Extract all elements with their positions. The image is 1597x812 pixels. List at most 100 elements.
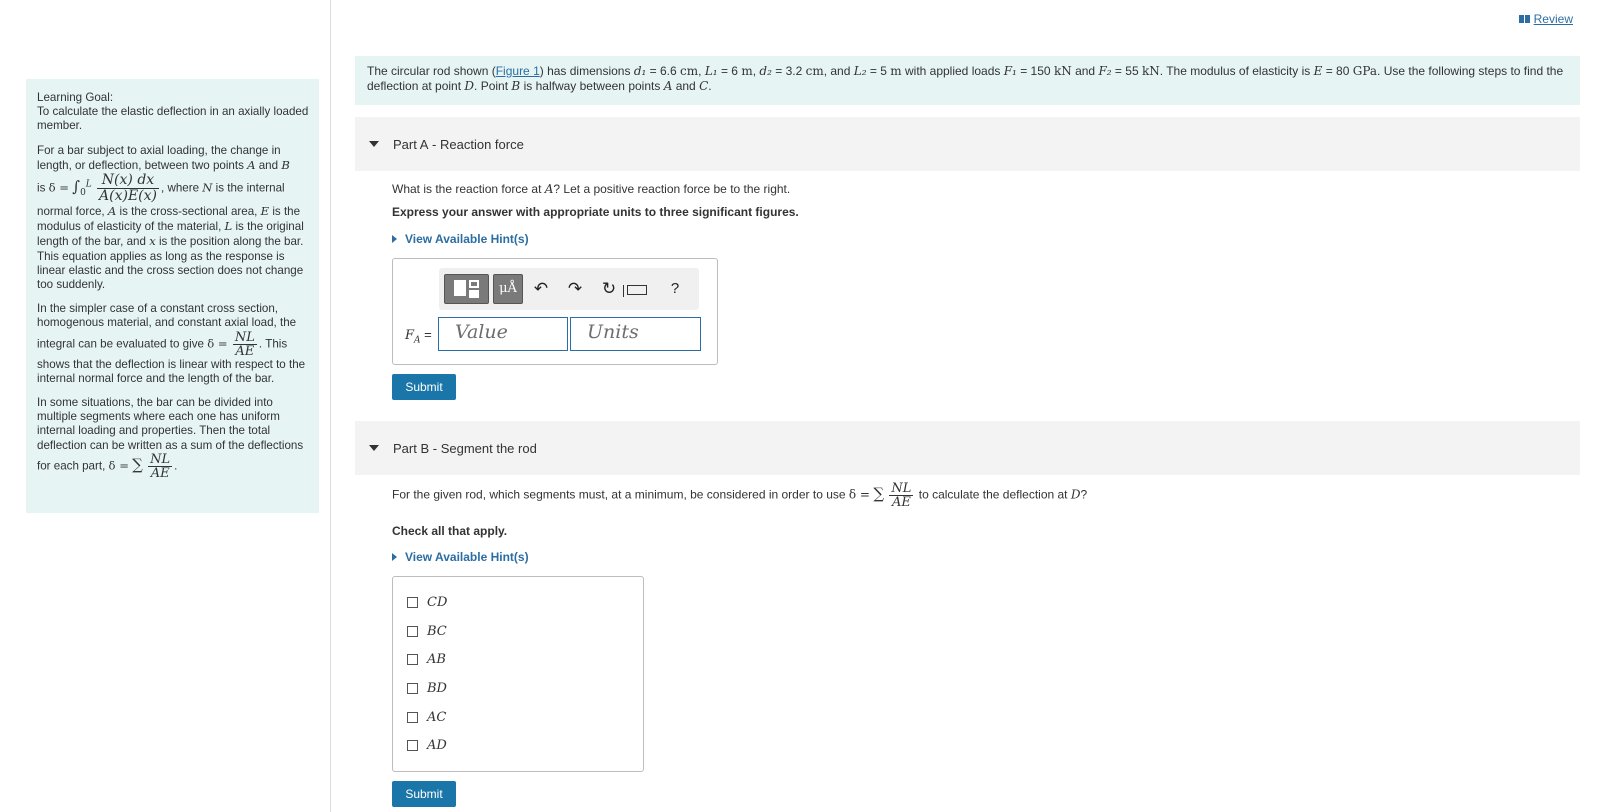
fraction-numerator: NL — [148, 451, 173, 467]
option-label: AC — [427, 709, 447, 725]
paragraph-segments: In some situations, the bar can be divid… — [37, 396, 309, 480]
unit: cm — [805, 64, 824, 78]
value-input[interactable]: Value — [438, 317, 568, 351]
redo-icon[interactable]: ↷ — [563, 274, 587, 304]
keyboard-icon[interactable] — [623, 274, 651, 304]
learning-goal-text: To calculate the elastic deflection in a… — [37, 105, 309, 133]
checkbox-option-bc[interactable]: BC — [407, 622, 447, 640]
text-segment: and — [1075, 64, 1096, 78]
math-delta: δ = — [848, 487, 870, 502]
part-a-submit-button[interactable]: Submit — [392, 374, 456, 400]
math-var: L — [224, 219, 233, 234]
math-var: d₁ — [633, 64, 647, 78]
undo-icon[interactable]: ↶ — [529, 274, 553, 304]
part-b-submit-button[interactable]: Submit — [392, 781, 456, 807]
template-block-icon — [469, 290, 479, 298]
text-segment: , and — [823, 64, 851, 78]
text-segment: is the cross-sectional area, — [119, 205, 258, 219]
math-var: d₂ — [759, 64, 772, 78]
checkbox-option-ac[interactable]: AC — [407, 708, 446, 726]
integral-fraction: N(x) dx A(x)E(x) — [97, 173, 159, 204]
text-segment: . Point — [474, 79, 509, 93]
option-label: BC — [427, 623, 447, 639]
unit: m — [741, 64, 753, 78]
value-L1: = 6 — [720, 64, 738, 78]
units-button[interactable]: μÅ — [493, 274, 523, 304]
math-var: L₁ — [704, 64, 718, 78]
fraction-denominator: AE — [150, 465, 170, 481]
fraction-denominator: AE — [235, 343, 255, 359]
value-E: = 80 — [1325, 64, 1350, 78]
paragraph-constant-case: In the simpler case of a constant cross … — [37, 302, 309, 386]
hint-label: View Available Hint(s) — [405, 550, 529, 564]
part-a-hint-toggle[interactable]: View Available Hint(s) — [392, 232, 529, 246]
text-segment: ) has dimensions — [539, 64, 631, 78]
reset-icon[interactable]: ↻ — [597, 274, 621, 304]
checkbox[interactable] — [407, 682, 418, 694]
fraction-denominator: A(x)E(x) — [99, 188, 157, 205]
math-var: F — [405, 328, 415, 343]
option-label: CD — [427, 594, 448, 610]
help-icon[interactable]: ? — [663, 274, 687, 304]
part-b-instruction: Check all that apply. — [392, 524, 508, 538]
paragraph-deflection-integral: For a bar subject to axial loading, the … — [37, 144, 309, 293]
units-input[interactable]: Units — [570, 317, 701, 351]
review-link[interactable]: Review — [1518, 12, 1573, 26]
part-a-header[interactable]: Part A - Reaction force — [355, 117, 1580, 171]
text-segment: For the given rod, which segments must, … — [392, 487, 846, 502]
text-segment: and — [675, 79, 696, 93]
checkbox[interactable] — [407, 625, 418, 637]
figure-link[interactable]: Figure 1 — [496, 64, 540, 78]
math-delta: δ = — [207, 336, 228, 351]
option-label: AD — [427, 737, 447, 753]
math-var: L₂ — [853, 64, 867, 78]
part-a-question: What is the reaction force at A? Let a p… — [392, 182, 790, 196]
checkbox-option-ab[interactable]: AB — [407, 650, 446, 668]
caret-down-icon — [369, 445, 379, 451]
math-var: A — [247, 157, 256, 172]
part-b-hint-toggle[interactable]: View Available Hint(s) — [392, 550, 529, 564]
checkbox-option-bd[interactable]: BD — [407, 679, 447, 697]
math-var: E — [260, 204, 270, 219]
text-segment: In the simpler case of a constant cross … — [37, 302, 297, 351]
fraction-denominator: AE — [891, 495, 911, 510]
checkbox-option-cd[interactable]: CD — [407, 593, 447, 611]
caret-right-icon — [392, 235, 397, 243]
learning-goal-panel: Learning Goal: To calculate the elastic … — [26, 79, 319, 513]
value-F1: = 150 — [1020, 64, 1051, 78]
part-a-instruction: Express your answer with appropriate uni… — [392, 205, 799, 219]
checkbox[interactable] — [407, 739, 418, 751]
part-b-label: Part B — [393, 440, 430, 456]
math-delta: δ = — [108, 458, 129, 473]
part-b-question: For the given rod, which segments must, … — [392, 482, 1087, 509]
text-segment: , — [752, 64, 757, 78]
math-toolbar: μÅ ↶ ↷ ↻ ? — [439, 268, 699, 310]
text-segment: What is the reaction force at — [392, 182, 542, 196]
checkbox[interactable] — [407, 711, 418, 723]
part-b-title: - Segment the rod — [432, 440, 537, 456]
text-segment: , — [698, 64, 702, 78]
sum-sign: ∑ — [132, 455, 143, 474]
text-segment: . — [708, 79, 712, 93]
unit: GPa — [1352, 64, 1378, 78]
review-label: Review — [1533, 12, 1573, 26]
text-segment: . — [174, 459, 178, 473]
checkbox[interactable] — [407, 653, 418, 665]
nl-ae-fraction: NL AE — [232, 331, 257, 359]
math-delta: δ = — [48, 180, 69, 195]
checkbox[interactable] — [407, 596, 418, 608]
text-segment: is — [37, 181, 46, 195]
part-b-header[interactable]: Part B - Segment the rod — [355, 421, 1580, 475]
fraction-numerator: N(x) dx — [97, 173, 159, 190]
answer-variable-label: FA = — [405, 327, 432, 346]
templates-button[interactable] — [444, 274, 489, 304]
math-var: E — [1313, 64, 1323, 78]
option-label: BD — [427, 680, 447, 696]
text-segment: , — [160, 181, 165, 195]
option-label: AB — [427, 651, 446, 667]
problem-statement: The circular rod shown (Figure 1) has di… — [355, 56, 1580, 105]
text-segment: and — [258, 158, 279, 172]
caret-down-icon — [369, 141, 379, 147]
checkbox-option-ad[interactable]: AD — [407, 736, 447, 754]
value-L2: = 5 — [869, 64, 887, 78]
